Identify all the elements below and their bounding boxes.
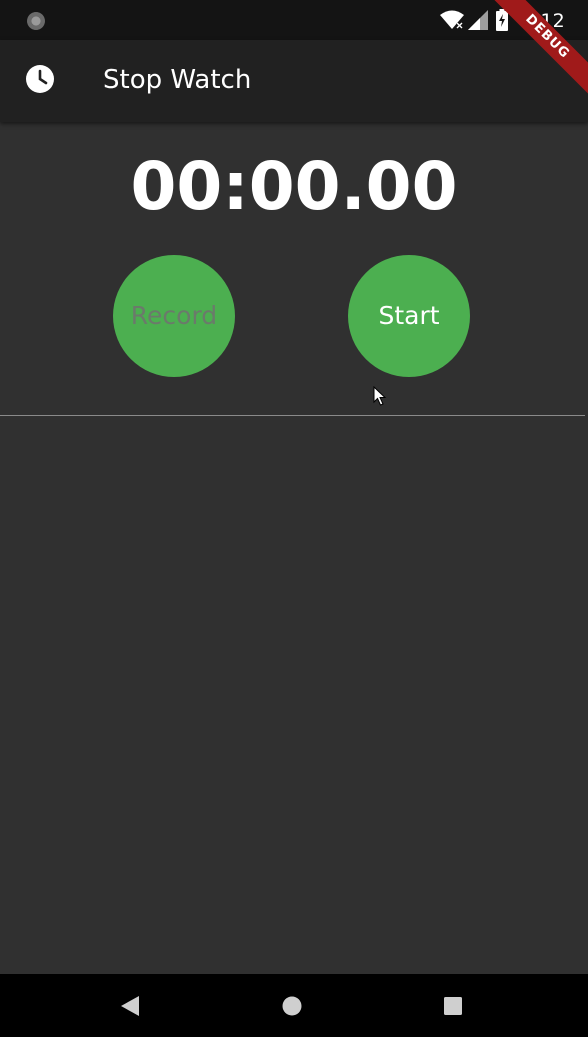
notification-dot-icon — [27, 12, 45, 30]
start-button[interactable]: Start — [348, 255, 470, 377]
wifi-icon — [440, 10, 464, 29]
recents-icon[interactable] — [444, 997, 462, 1015]
app-title: Stop Watch — [103, 65, 252, 95]
status-bar: 4:12 — [0, 0, 588, 40]
timer-display: 00:00.00 — [130, 148, 458, 225]
battery-charging-icon — [496, 9, 508, 31]
home-icon[interactable] — [282, 996, 302, 1016]
back-icon[interactable] — [121, 996, 139, 1016]
navigation-bar — [0, 974, 588, 1037]
app-bar: Stop Watch — [0, 40, 588, 122]
signal-icon — [468, 10, 488, 30]
status-time: 4:12 — [522, 10, 565, 32]
records-list[interactable] — [0, 416, 588, 974]
record-button[interactable]: Record — [113, 255, 235, 377]
status-icons: 4:12 — [428, 0, 588, 40]
clock-icon — [26, 65, 54, 93]
mouse-cursor-icon — [373, 386, 387, 406]
